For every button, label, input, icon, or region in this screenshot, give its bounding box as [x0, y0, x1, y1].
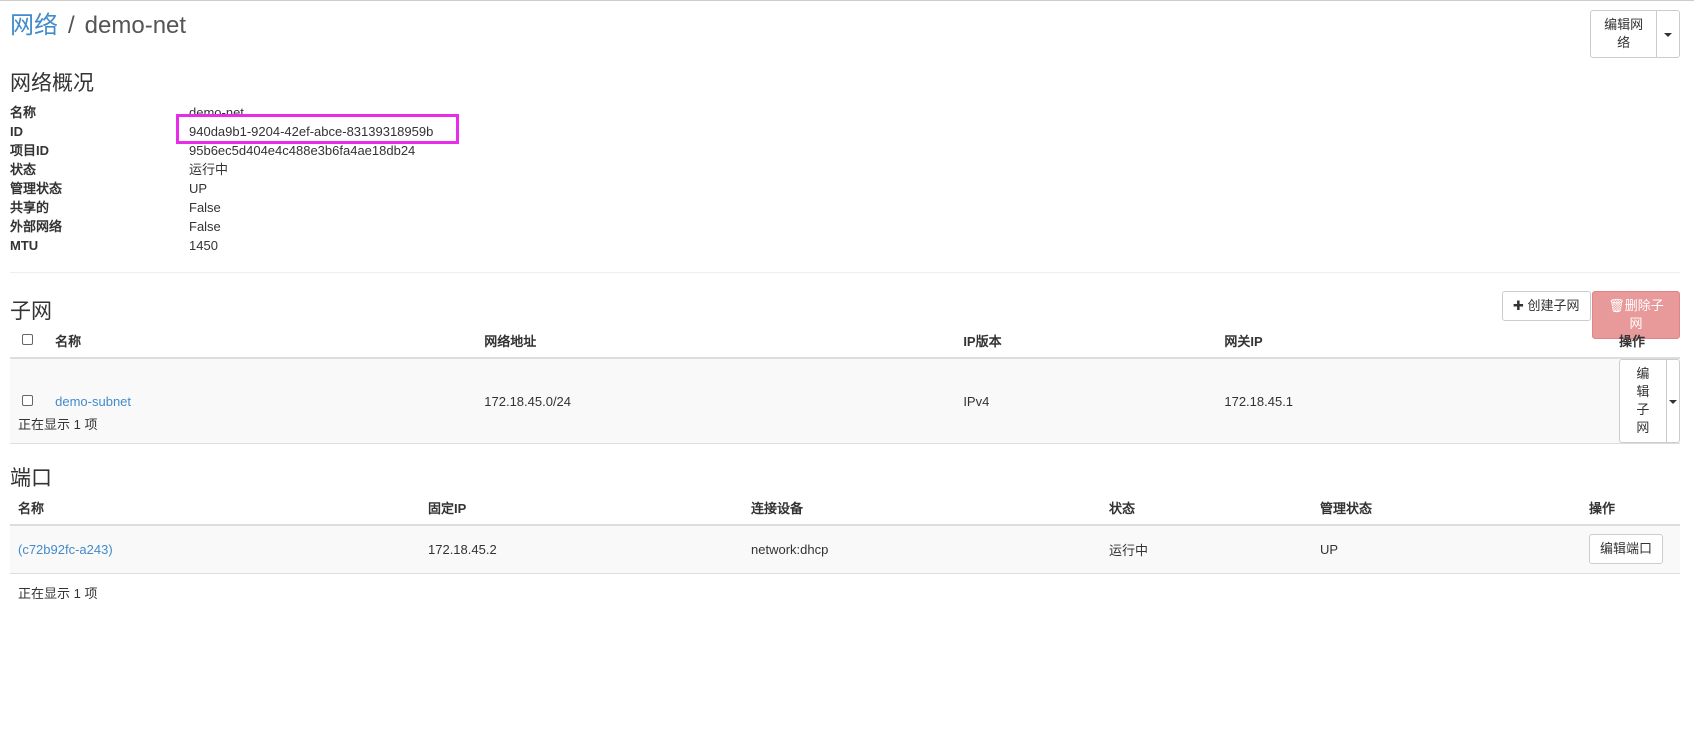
breadcrumb-link-networks[interactable]: 网络	[10, 12, 58, 39]
overview-label: 项目ID	[10, 143, 50, 158]
chevron-down-icon	[1668, 399, 1677, 404]
port-actions-cell: 编辑端口	[1589, 525, 1680, 574]
overview-label: MTU	[10, 238, 39, 253]
column-header: 操作	[1618, 330, 1680, 359]
subnet-gateway: 172.18.45.1	[1224, 358, 1619, 444]
column-header[interactable]: 网关IP	[1224, 330, 1619, 359]
delete-subnet-label: 删除子网	[1624, 298, 1664, 331]
column-header[interactable]: 固定IP	[428, 497, 751, 526]
overview-row-shared: 共享的 False	[10, 198, 610, 217]
edit-port-button[interactable]: 编辑端口	[1589, 534, 1664, 565]
create-subnet-label: 创建子网	[1527, 298, 1580, 313]
subnets-table-header: 名称 网络地址 IP版本 网关IP 操作	[10, 330, 1680, 359]
port-name-cell: (c72b92fc-a243)	[10, 525, 428, 574]
subnet-cidr: 172.18.45.0/24	[484, 358, 964, 444]
ports-title: 端口	[10, 467, 52, 490]
edit-subnet-dropdown-toggle[interactable]	[1666, 359, 1680, 443]
overview-value: 运行中	[189, 162, 229, 177]
select-all-checkbox[interactable]	[22, 334, 33, 345]
overview-value: False	[189, 200, 221, 215]
chevron-down-icon	[1664, 32, 1673, 37]
column-header: 操作	[1589, 497, 1680, 526]
section-divider	[10, 272, 1680, 273]
trash-icon: 🗑	[1608, 298, 1625, 313]
breadcrumb: 网络 / demo-net	[10, 12, 186, 40]
overview-label: 管理状态	[10, 181, 63, 196]
row-checkbox[interactable]	[22, 394, 33, 406]
table-row: demo-subnet 172.18.45.0/24 IPv4 172.18.4…	[10, 358, 1680, 444]
column-header[interactable]: 名称	[10, 497, 428, 526]
overview-label: ID	[10, 124, 23, 139]
ports-count: 正在显示 1 项	[18, 586, 98, 601]
overview-value: False	[189, 219, 221, 234]
column-header[interactable]: 连接设备	[751, 497, 1109, 526]
edit-network-button[interactable]: 编辑网络	[1590, 10, 1658, 58]
edit-subnet-button-group: 编辑子网	[1618, 359, 1680, 443]
port-fixed-ip: 172.18.45.2	[428, 525, 751, 574]
subnet-actions-cell: 编辑子网	[1618, 358, 1680, 444]
ports-table-header: 名称 固定IP 连接设备 状态 管理状态 操作	[10, 497, 1680, 526]
edit-network-button-group: 编辑网络	[1590, 10, 1680, 58]
top-border	[0, 0, 1694, 1]
plus-icon: ✚	[1513, 298, 1524, 313]
overview-row-status: 状态 运行中	[10, 160, 610, 179]
port-status: 运行中	[1109, 525, 1320, 574]
overview-row-admin-state: 管理状态 UP	[10, 179, 610, 198]
column-header[interactable]: IP版本	[963, 330, 1225, 359]
table-row: (c72b92fc-a243) 172.18.45.2 network:dhcp…	[10, 525, 1680, 574]
subnets-title: 子网	[10, 300, 52, 323]
select-all-cell	[10, 330, 56, 359]
page-header: 网络 / demo-net 编辑网络	[10, 10, 1680, 58]
column-header[interactable]: 管理状态	[1320, 497, 1589, 526]
overview-row-external: 外部网络 False	[10, 217, 610, 236]
port-admin-state: UP	[1320, 525, 1589, 574]
column-header[interactable]: 名称	[55, 330, 485, 359]
overview-title: 网络概况	[10, 72, 94, 95]
overview-value: 1450	[189, 238, 218, 253]
port-name-link[interactable]: (c72b92fc-a243)	[18, 542, 113, 557]
edit-subnet-button[interactable]: 编辑子网	[1618, 359, 1667, 443]
port-device: network:dhcp	[751, 525, 1109, 574]
edit-network-dropdown-toggle[interactable]	[1657, 10, 1680, 58]
subnet-name-cell: demo-subnet	[55, 358, 485, 444]
ports-table: 名称 固定IP 连接设备 状态 管理状态 操作 (c72b92fc-a243) …	[10, 497, 1680, 574]
subnet-ip-version: IPv4	[963, 358, 1225, 444]
column-header[interactable]: 状态	[1109, 497, 1320, 526]
subnets-table: 名称 网络地址 IP版本 网关IP 操作 demo-subnet 172.18.…	[10, 330, 1680, 444]
overview-value: UP	[189, 181, 208, 196]
breadcrumb-current: demo-net	[84, 12, 187, 39]
column-header[interactable]: 网络地址	[484, 330, 964, 359]
breadcrumb-separator: /	[68, 12, 75, 39]
overview-label: 名称	[10, 105, 37, 120]
create-subnet-button[interactable]: ✚ 创建子网	[1502, 291, 1591, 321]
overview-row-mtu: MTU 1450	[10, 236, 610, 255]
subnets-count: 正在显示 1 项	[18, 417, 98, 432]
overview-label: 共享的	[10, 200, 50, 215]
subnet-name-link[interactable]: demo-subnet	[55, 394, 131, 409]
id-highlight-annotation	[176, 114, 459, 144]
overview-label: 状态	[10, 162, 37, 177]
overview-label: 外部网络	[10, 219, 63, 234]
